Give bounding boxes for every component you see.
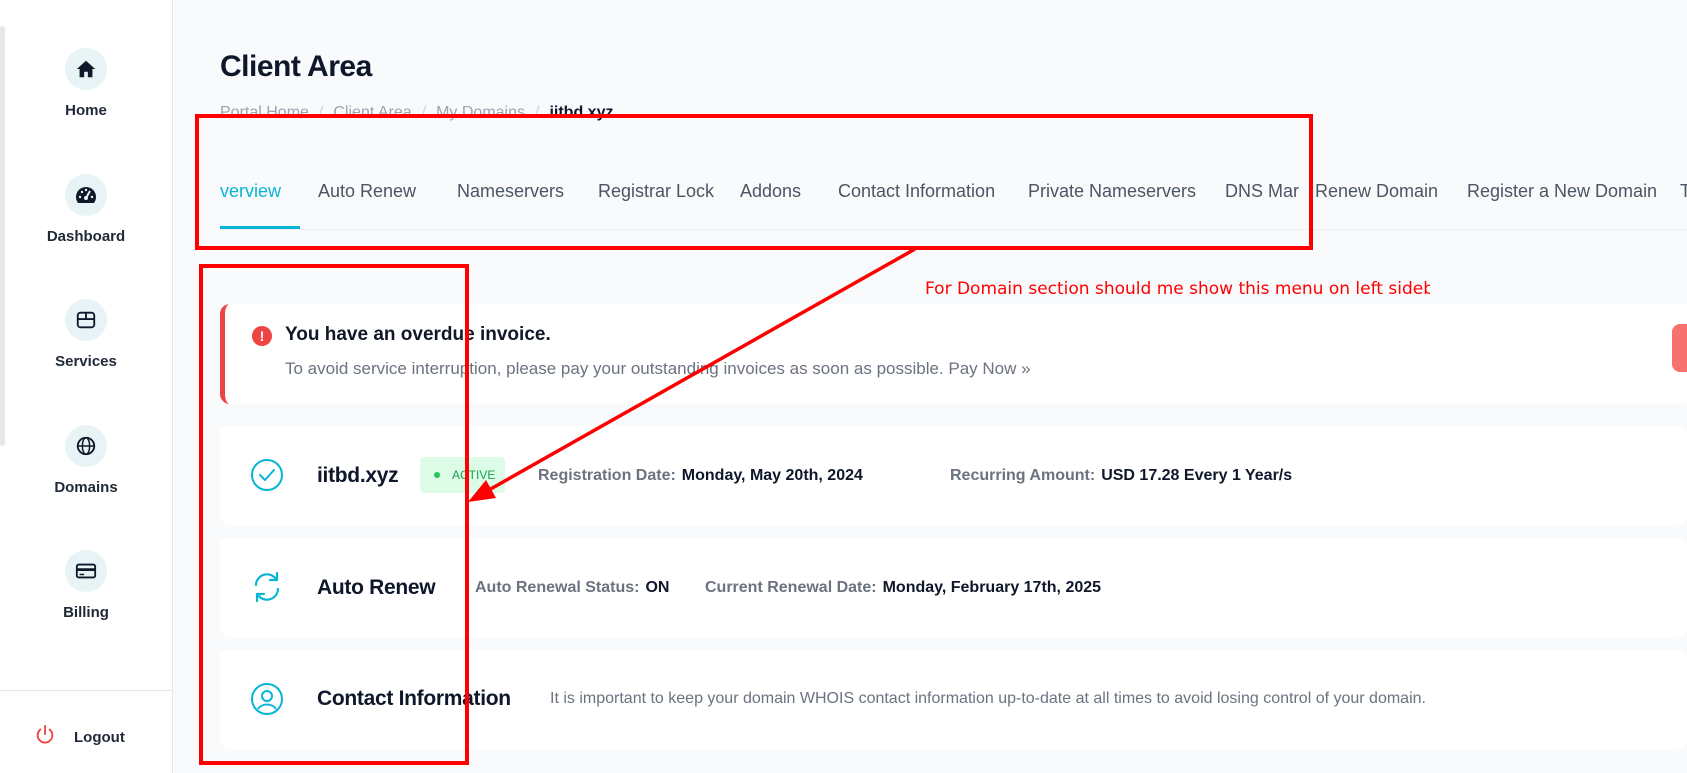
annotation-note: For Domain section should me show this m… — [925, 279, 1430, 299]
annotation-arrow — [468, 247, 916, 502]
